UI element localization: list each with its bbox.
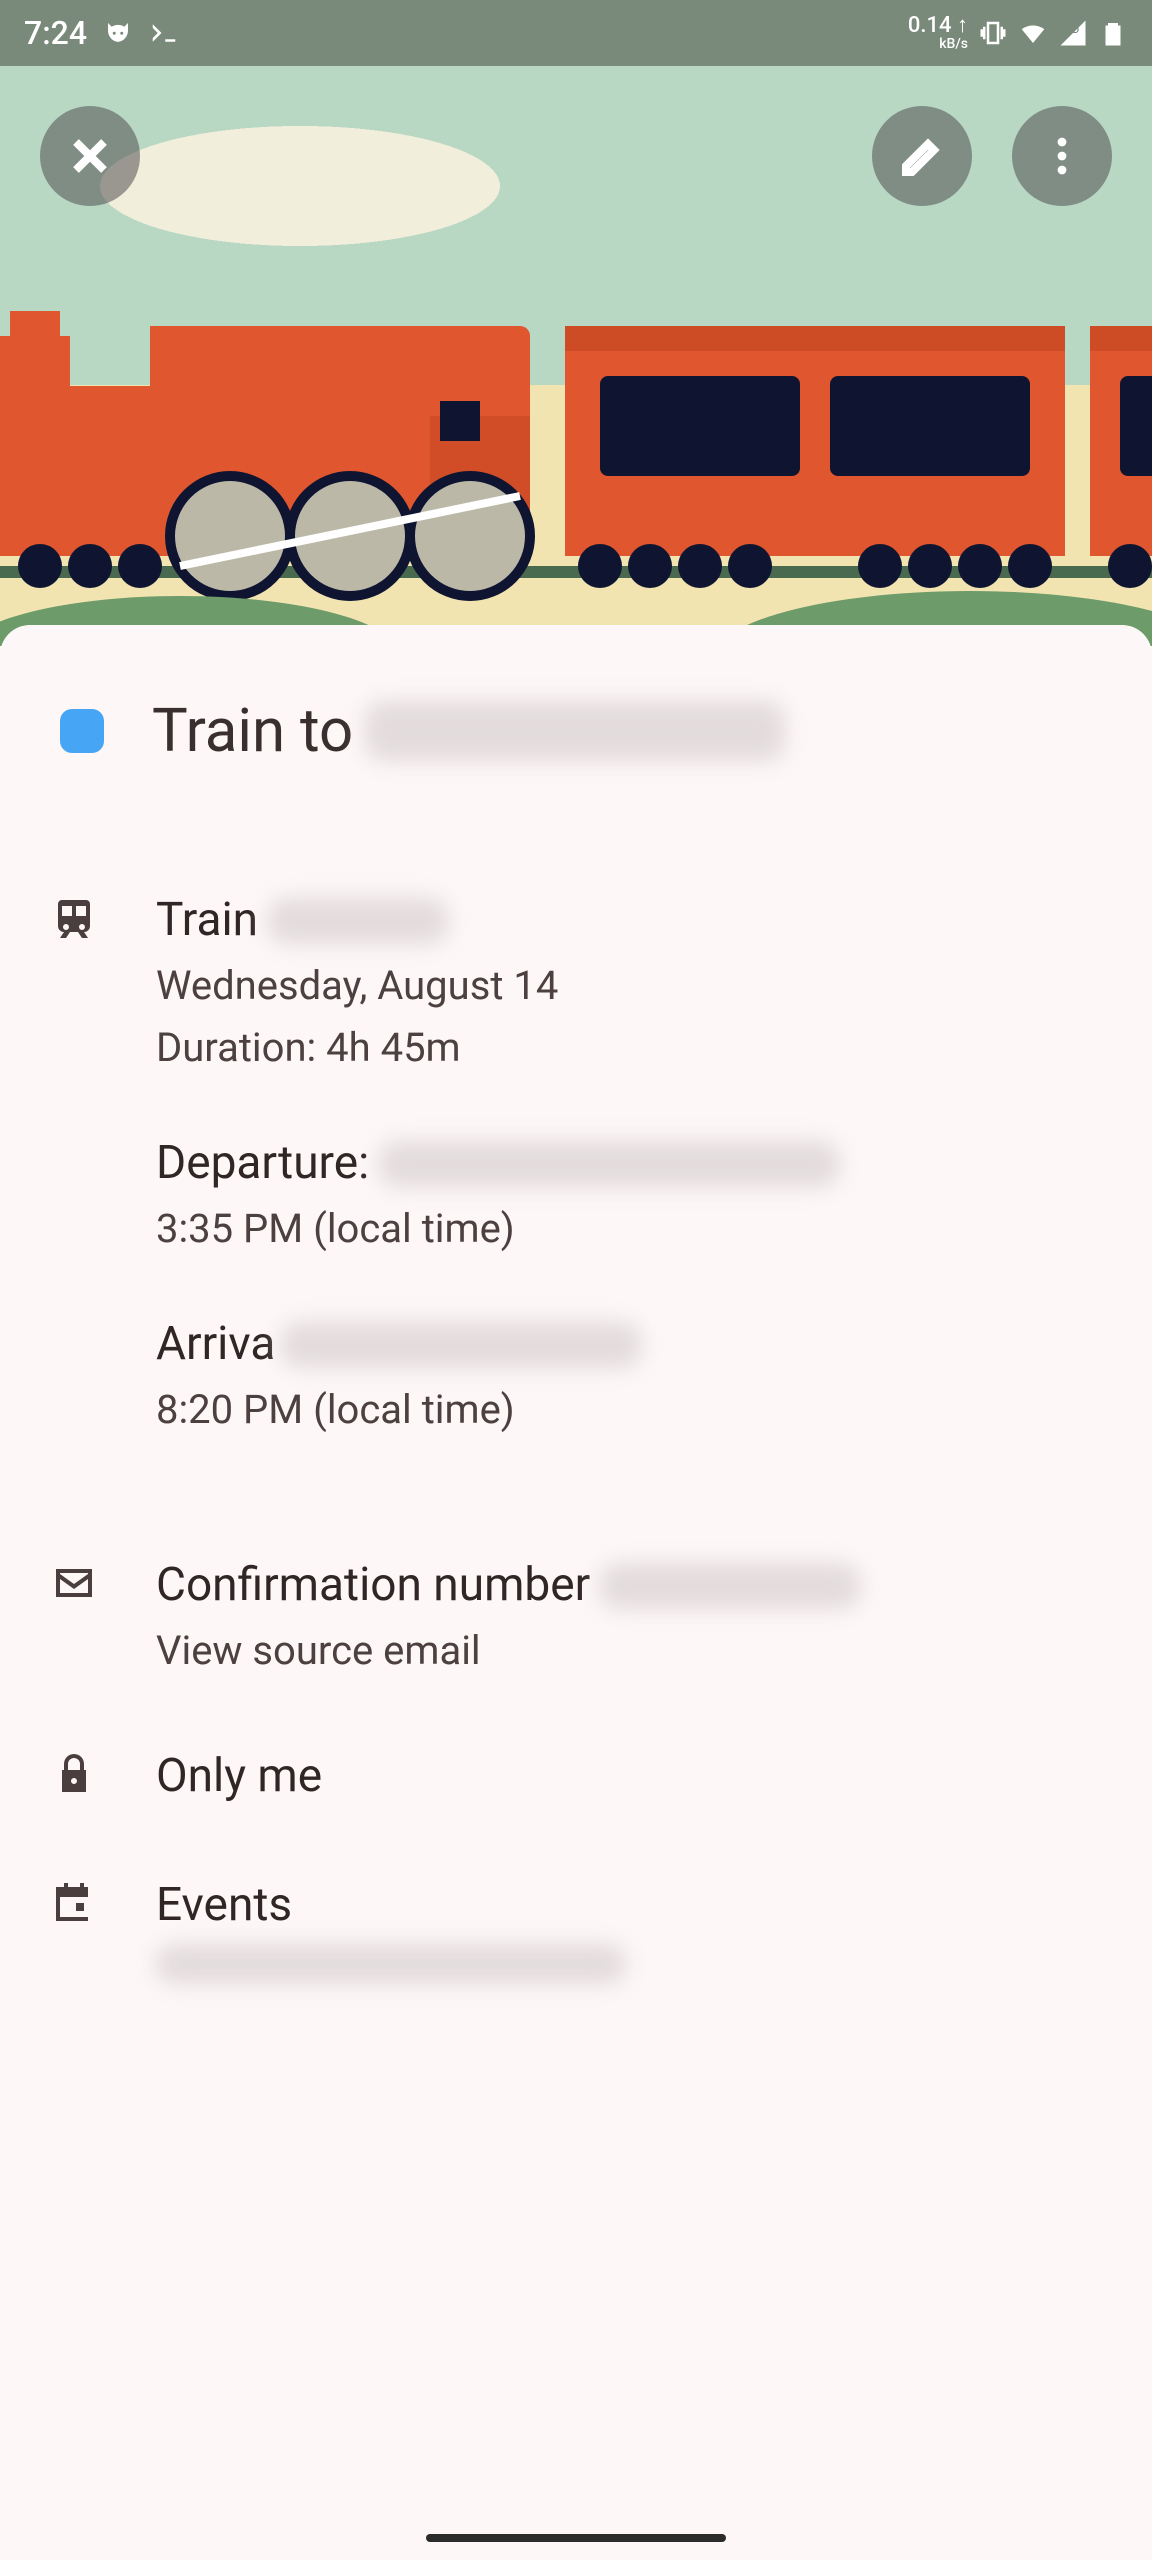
calendar-name: Events [156, 1871, 1112, 1940]
section-confirmation: Confirmation number View source email [50, 1551, 1112, 1682]
confirmation-line: Confirmation number [156, 1551, 1112, 1620]
event-duration: Duration: 4h 45m [156, 1017, 1112, 1079]
arrival-time: 8:20 PM (local time) [156, 1379, 1112, 1441]
train-icon [50, 894, 98, 942]
pencil-icon [898, 132, 946, 180]
signal-icon: HD [1058, 18, 1088, 48]
status-left: 7:24 [24, 14, 179, 52]
departure-time: 3:35 PM (local time) [156, 1198, 1112, 1260]
event-title: Train to [152, 695, 785, 766]
wifi-icon [1018, 18, 1048, 48]
terminal-icon [149, 18, 179, 48]
event-hero-image [0, 66, 1152, 646]
battery-icon [1098, 18, 1128, 48]
vibrate-icon [978, 18, 1008, 48]
event-detail-sheet: Train to Train Wednesday, August 14 Dura… [0, 625, 1152, 2560]
more-options-button[interactable] [1012, 106, 1112, 206]
status-bar: 7:24 0.14 ↑kB/s HD [0, 0, 1152, 66]
visibility-value: Only me [156, 1742, 1112, 1811]
departure-line: Departure: [156, 1129, 1112, 1198]
close-icon [66, 132, 114, 180]
train-illustration [0, 266, 1152, 606]
redacted-confirmation [600, 1563, 860, 1609]
calendar-account [156, 1940, 1112, 2002]
title-row: Train to [50, 695, 1112, 766]
edit-button[interactable] [872, 106, 972, 206]
cat-icon [103, 18, 133, 48]
event-date: Wednesday, August 14 [156, 955, 1112, 1017]
calendar-icon [50, 1879, 98, 1927]
mail-icon [50, 1559, 98, 1607]
calendar-color-chip [60, 709, 104, 753]
redacted-destination [365, 701, 785, 761]
view-source-email-link[interactable]: View source email [156, 1620, 1112, 1682]
home-indicator[interactable] [426, 2534, 726, 2542]
train-number-line: Train [156, 886, 1112, 955]
clock: 7:24 [24, 14, 87, 52]
data-rate: 0.14 ↑kB/s [908, 15, 968, 51]
more-vertical-icon [1038, 132, 1086, 180]
lock-icon [50, 1750, 98, 1798]
redacted-train-number [268, 898, 448, 944]
section-train-details: Train Wednesday, August 14 Duration: 4h … [50, 886, 1112, 1491]
status-right: 0.14 ↑kB/s HD [908, 15, 1128, 51]
arrival-line: Arriva [156, 1310, 1112, 1379]
redacted-account [156, 1944, 626, 1984]
redacted-departure-station [379, 1141, 839, 1187]
close-button[interactable] [40, 106, 140, 206]
redacted-arrival-station [281, 1322, 641, 1368]
section-visibility[interactable]: Only me [50, 1742, 1112, 1811]
section-calendar[interactable]: Events [50, 1871, 1112, 2002]
svg-text:HD: HD [1066, 25, 1080, 36]
event-title-prefix: Train to [152, 695, 353, 766]
